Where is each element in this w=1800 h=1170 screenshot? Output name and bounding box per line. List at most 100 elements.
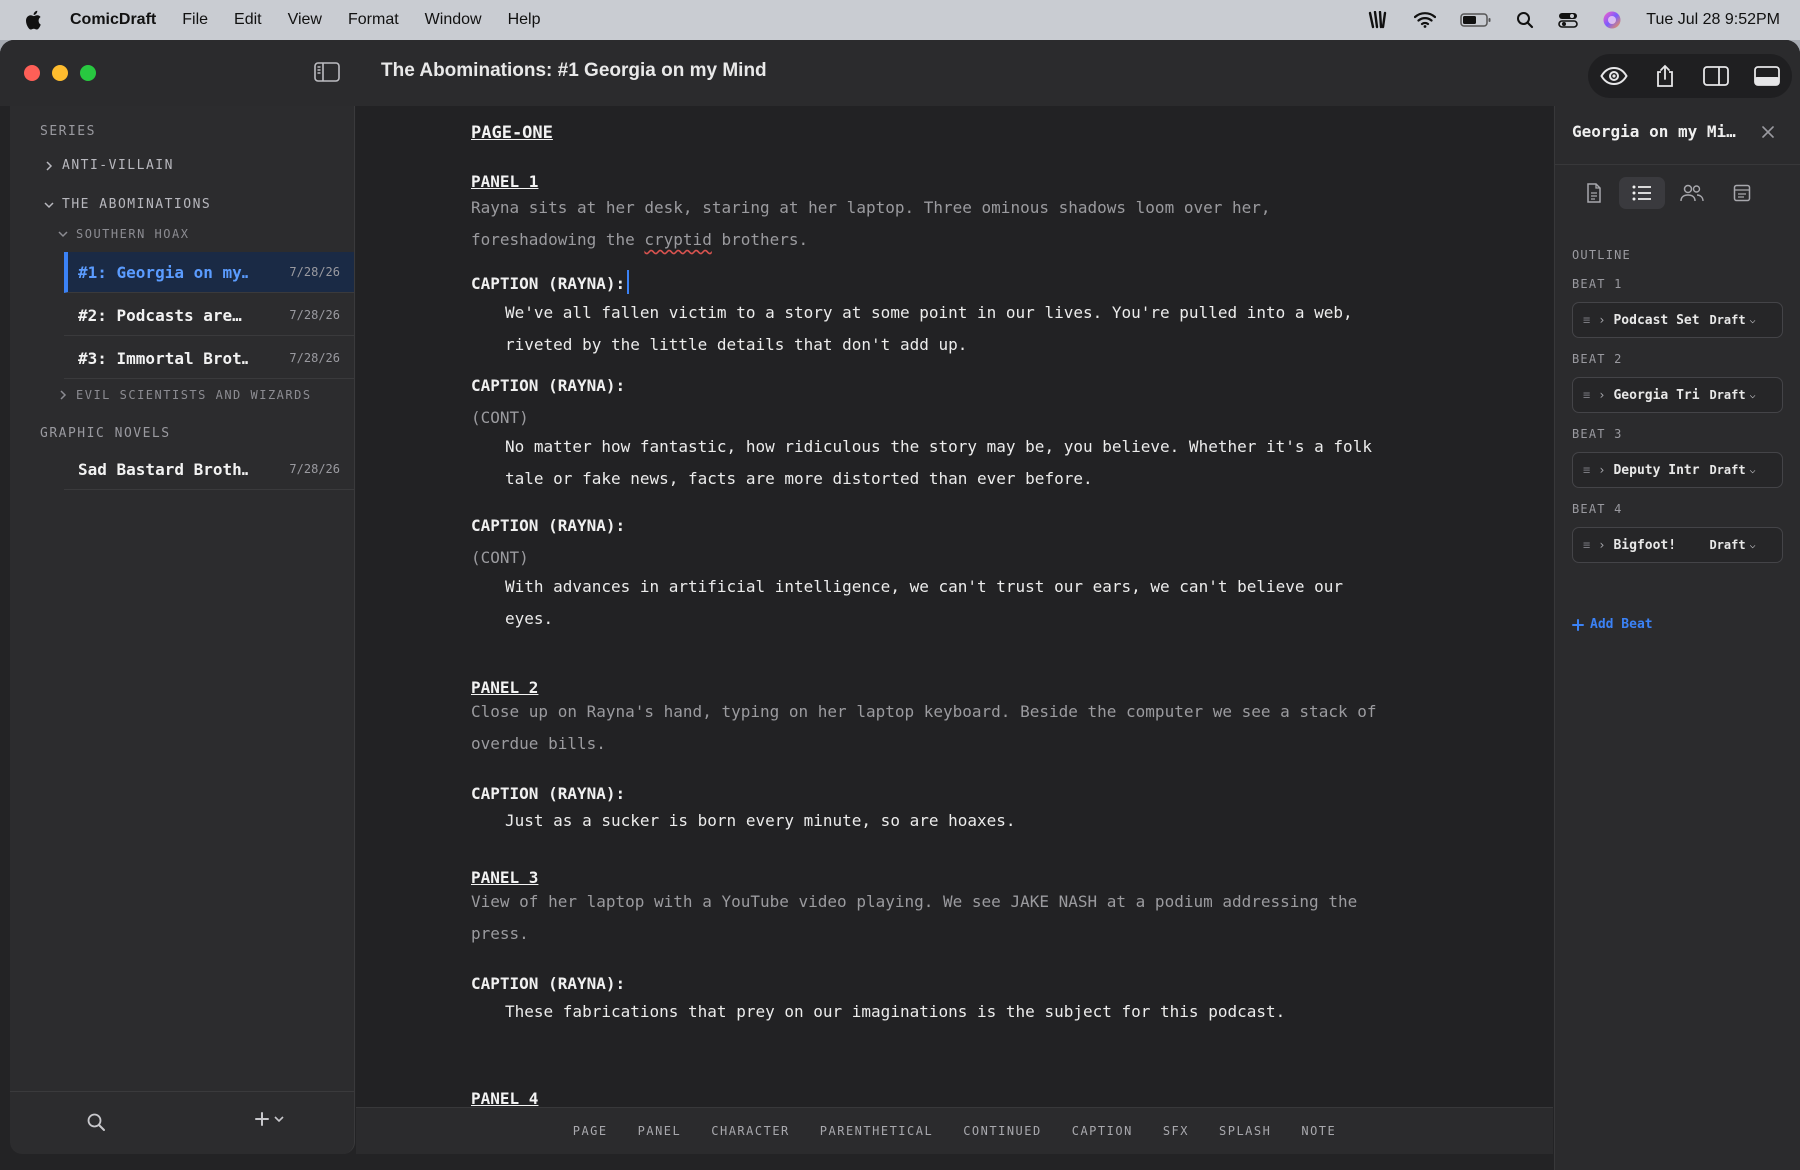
wifi-icon[interactable] [1414,12,1437,28]
sidebar-search-icon[interactable] [86,1112,106,1137]
caption-text[interactable]: We've all fallen victim to a story at so… [505,297,1353,329]
minimize-window-button[interactable] [52,65,68,81]
beat-status[interactable]: Draft [1709,538,1745,552]
panel-description[interactable]: View of her laptop with a YouTube video … [471,886,1357,918]
panel-heading[interactable]: PANEL 3 [471,868,538,887]
series-anti-villain[interactable]: ANTI-VILLAIN [44,158,174,173]
close-icon[interactable] [1761,124,1775,143]
share-icon[interactable] [1647,60,1683,92]
drag-handle-icon[interactable]: ≡ [1583,538,1590,552]
apple-logo-icon[interactable] [24,10,44,30]
beat-status[interactable]: Draft [1709,313,1745,327]
issue-item-2[interactable]: #2: Podcasts are… 7/28/26 [64,295,354,336]
beat-card-3[interactable]: ≡ › Deputy Intr Draft ⌵ [1572,452,1783,488]
sidebar-toggle-icon[interactable] [314,62,340,87]
element-panel-button[interactable]: PANEL [638,1124,682,1138]
caption-cue[interactable]: CAPTION (RAYNA): [471,270,630,294]
issue-item-3[interactable]: #3: Immortal Brot… 7/28/26 [64,338,354,379]
misspelled-word[interactable]: cryptid [644,230,711,249]
element-note-button[interactable]: NOTE [1301,1124,1336,1138]
menu-view[interactable]: View [288,11,322,29]
element-sfx-button[interactable]: SFX [1163,1124,1189,1138]
chevron-down-icon[interactable]: ⌵ [1750,315,1756,326]
menu-app-name[interactable]: ComicDraft [70,11,156,29]
issue-item-1[interactable]: #1: Georgia on my… 7/28/26 [64,252,354,293]
caption-cue[interactable]: CAPTION (RAYNA): [471,516,625,535]
panel-description-line[interactable]: foreshadowing the cryptid brothers. [471,224,808,256]
arc-evil-scientists[interactable]: EVIL SCIENTISTS AND WIZARDS [58,388,312,402]
drag-handle-icon[interactable]: ≡ [1583,313,1590,327]
caption-text[interactable]: Just as a sucker is born every minute, s… [505,805,1016,837]
menu-format[interactable]: Format [348,11,399,29]
app-window: The Abominations: #1 Georgia on my Mind … [0,40,1800,1170]
zoom-window-button[interactable] [80,65,96,81]
siri-icon[interactable] [1602,10,1622,30]
continued-parenthetical[interactable]: (CONT) [471,408,529,427]
split-view-icon[interactable] [1698,60,1734,92]
chevron-right-icon[interactable]: › [1598,313,1605,327]
chevron-right-icon[interactable]: › [1598,463,1605,477]
beat-status[interactable]: Draft [1709,388,1745,402]
control-center-icon[interactable] [1558,11,1579,29]
chevron-right-icon[interactable]: › [1598,538,1605,552]
hand-cursor-status-icon[interactable] [1368,11,1390,29]
menu-help[interactable]: Help [508,11,541,29]
panel-description[interactable]: press. [471,918,529,950]
caption-cue[interactable]: CAPTION (RAYNA): [471,376,625,395]
panel-description[interactable]: Rayna sits at her desk, staring at her l… [471,192,1271,224]
beat-card-4[interactable]: ≡ › Bigfoot! Draft ⌵ [1572,527,1783,563]
drag-handle-icon[interactable]: ≡ [1583,388,1590,402]
panel-description[interactable]: overdue bills. [471,728,606,760]
element-page-button[interactable]: PAGE [573,1124,608,1138]
spotlight-search-icon[interactable] [1516,11,1534,29]
caption-cue[interactable]: CAPTION (RAYNA): [471,974,625,993]
element-character-button[interactable]: CHARACTER [711,1124,790,1138]
characters-tab-icon[interactable] [1669,177,1715,209]
beat-card-1[interactable]: ≡ › Podcast Set Draft ⌵ [1572,302,1783,338]
element-caption-button[interactable]: CAPTION [1072,1124,1133,1138]
caption-text[interactable]: riveted by the little details that don't… [505,329,967,361]
close-window-button[interactable] [24,65,40,81]
chevron-down-icon[interactable]: ⌵ [1750,390,1756,401]
menubar-clock[interactable]: Tue Jul 28 9:52PM [1646,11,1780,29]
menu-file[interactable]: File [182,11,208,29]
menu-window[interactable]: Window [425,11,482,29]
caption-text[interactable]: tale or fake news, facts are more distor… [505,463,1093,495]
bottom-panel-icon[interactable] [1749,60,1785,92]
chevron-down-icon[interactable]: ⌵ [1750,540,1756,551]
notes-tab-icon[interactable] [1719,177,1765,209]
chevron-right-icon[interactable]: › [1598,388,1605,402]
chevron-down-icon[interactable]: ⌵ [1750,465,1756,476]
script-editor[interactable]: PAGE-ONE PANEL 1 Rayna sits at her desk,… [356,106,1553,1154]
drag-handle-icon[interactable]: ≡ [1583,463,1590,477]
element-type-bar: PAGE PANEL CHARACTER PARENTHETICAL CONTI… [356,1107,1553,1154]
issue-name: #1: Georgia on my… [78,262,248,282]
graphic-novels-section-label: GRAPHIC NOVELS [40,426,171,441]
element-splash-button[interactable]: SPLASH [1219,1124,1271,1138]
caption-text[interactable]: eyes. [505,603,553,635]
panel-heading[interactable]: PANEL 1 [471,172,538,191]
beat-card-2[interactable]: ≡ › Georgia Tri Draft ⌵ [1572,377,1783,413]
element-continued-button[interactable]: CONTINUED [963,1124,1042,1138]
caption-text[interactable]: With advances in artificial intelligence… [505,571,1343,603]
arc-southern-hoax[interactable]: SOUTHERN HOAX [58,227,189,241]
continued-parenthetical[interactable]: (CONT) [471,548,529,567]
preview-eye-icon[interactable] [1596,60,1632,92]
panel-heading[interactable]: PANEL 2 [471,678,538,697]
menu-edit[interactable]: Edit [234,11,262,29]
outline-list-tab-icon[interactable] [1619,177,1665,209]
page-heading[interactable]: PAGE-ONE [471,123,553,143]
caption-cue[interactable]: CAPTION (RAYNA): [471,784,625,803]
battery-icon[interactable] [1460,12,1492,28]
graphic-novel-item-1[interactable]: Sad Bastard Broth… 7/28/26 [64,449,354,490]
beat-status[interactable]: Draft [1709,463,1745,477]
caption-text[interactable]: These fabrications that prey on our imag… [505,996,1285,1028]
panel-description[interactable]: Close up on Rayna's hand, typing on her … [471,696,1376,728]
add-item-button[interactable] [254,1111,284,1127]
series-the-abominations[interactable]: THE ABOMINATIONS [44,197,211,212]
document-tab-icon[interactable] [1571,177,1617,209]
caption-text[interactable]: No matter how fantastic, how ridiculous … [505,431,1372,463]
panel-heading[interactable]: PANEL 4 [471,1089,538,1108]
element-parenthetical-button[interactable]: PARENTHETICAL [820,1124,933,1138]
add-beat-button[interactable]: Add Beat [1572,617,1653,632]
